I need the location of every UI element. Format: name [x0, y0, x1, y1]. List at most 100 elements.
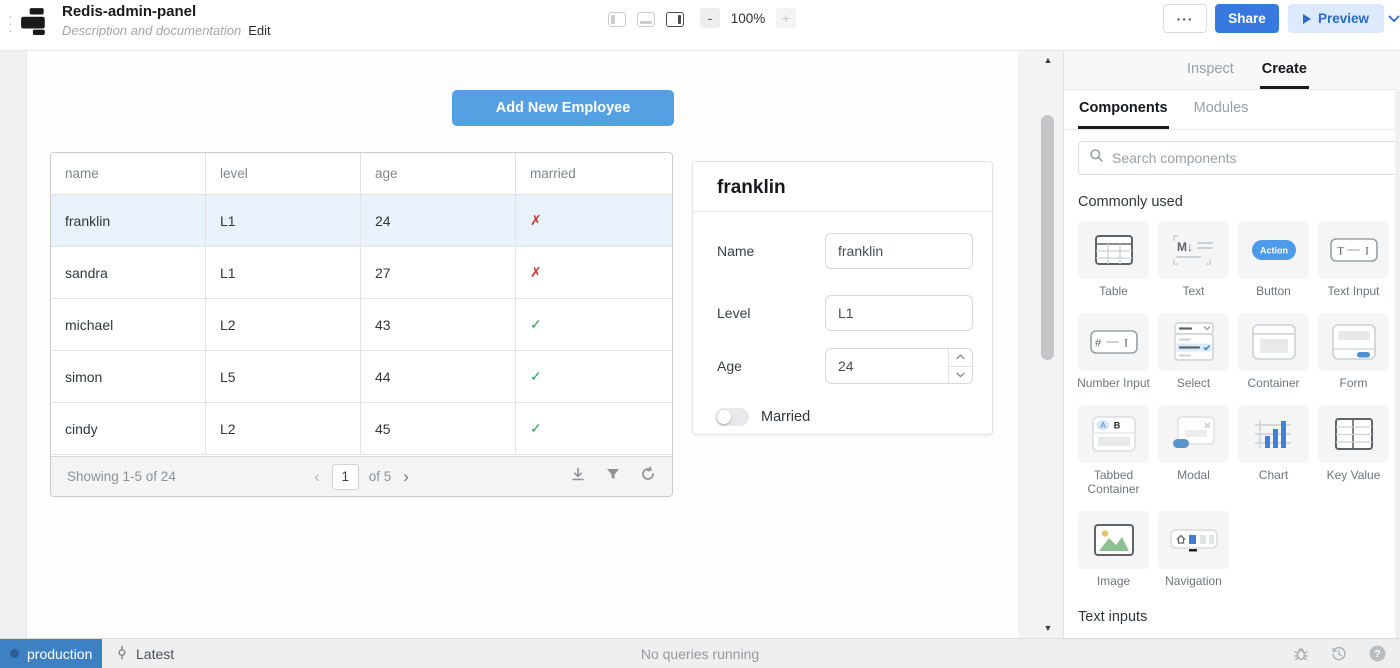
component-card-label: Form [1314, 376, 1393, 390]
table-row[interactable]: sandra L1 27 ✗ [51, 247, 672, 299]
sidebar-subtabs: Components Modules [1064, 90, 1400, 130]
sidebar-tabs: Inspect Create [1064, 51, 1400, 90]
filter-icon[interactable] [605, 466, 621, 487]
tab-components[interactable]: Components [1078, 90, 1169, 129]
scroll-up-arrow-icon[interactable]: ▲ [1042, 55, 1054, 65]
next-page-button[interactable]: › [401, 468, 411, 485]
component-card-form[interactable]: Form [1318, 313, 1389, 390]
page-total-label: of 5 [369, 469, 392, 484]
table-row[interactable]: franklin L1 24 ✗ [51, 195, 672, 247]
add-new-employee-button[interactable]: Add New Employee [452, 90, 674, 126]
component-card-grid: Table M↓ Text Action Button TI Text Inpu… [1078, 221, 1389, 588]
container-icon [1238, 313, 1309, 371]
component-card-label: Number Input [1074, 376, 1153, 390]
toggle-left-panel-icon[interactable] [608, 12, 626, 27]
app-builder-window: ··· Redis-admin-panel Description and do… [0, 0, 1400, 668]
component-card-table[interactable]: Table [1078, 221, 1149, 298]
toggle-bottom-panel-icon[interactable] [637, 12, 655, 27]
component-card-select[interactable]: Select [1158, 313, 1229, 390]
left-gutter [0, 51, 27, 638]
search-input[interactable] [1112, 150, 1399, 166]
play-icon [1303, 14, 1311, 24]
git-commit-icon [115, 645, 129, 663]
debug-bug-icon[interactable] [1293, 646, 1309, 662]
svg-text:T: T [1337, 244, 1345, 258]
form-icon [1318, 313, 1389, 371]
component-card-container[interactable]: Container [1238, 313, 1309, 390]
component-card-chart[interactable]: Chart [1238, 405, 1309, 496]
table-header: namelevelagemarried [51, 153, 672, 195]
help-icon[interactable]: ? [1369, 645, 1386, 662]
share-button[interactable]: Share [1215, 4, 1279, 33]
component-card-image[interactable]: Image [1078, 511, 1149, 588]
download-icon[interactable] [570, 466, 586, 487]
table-row[interactable]: simon L5 44 ✓ [51, 351, 672, 403]
column-header-level[interactable]: level [206, 153, 361, 194]
svg-text:Action: Action [1260, 246, 1288, 256]
tab-inspect[interactable]: Inspect [1185, 51, 1236, 89]
zoom-out-button[interactable]: - [700, 8, 720, 28]
more-options-button[interactable]: ··· [1163, 4, 1207, 33]
tab-create[interactable]: Create [1260, 51, 1309, 89]
history-icon[interactable] [1331, 646, 1347, 662]
page-number-input[interactable] [332, 464, 359, 490]
refresh-icon[interactable] [640, 466, 656, 487]
component-card-label: Container [1234, 376, 1313, 390]
form-row-age: Age [717, 348, 968, 384]
environment-dot-icon [10, 649, 19, 658]
edit-description-link[interactable]: Edit [248, 23, 270, 38]
component-card-label: Text Input [1314, 284, 1393, 298]
table-actions [411, 466, 656, 487]
drag-handle-icon[interactable]: ··· [8, 13, 13, 34]
component-card-key-value[interactable]: Key Value [1318, 405, 1389, 496]
stepper-down-icon[interactable] [949, 366, 972, 384]
married-toggle-row: Married [715, 408, 810, 426]
component-card-number-input[interactable]: #I Number Input [1078, 313, 1149, 390]
stepper-up-icon[interactable] [949, 349, 972, 366]
environment-badge[interactable]: production [0, 639, 102, 668]
canvas-scrollbar: ▲ ▼ [1018, 51, 1063, 638]
column-header-name[interactable]: name [51, 153, 206, 194]
column-header-married[interactable]: married [516, 153, 672, 194]
bottombar-icons: ? [1293, 645, 1400, 662]
preview-button[interactable]: Preview [1288, 4, 1384, 33]
component-card-modal[interactable]: Modal [1158, 405, 1229, 496]
married-toggle[interactable] [715, 408, 749, 426]
svg-text:M↓: M↓ [1177, 240, 1193, 254]
section-title-commonly-used: Commonly used [1078, 194, 1400, 210]
component-card-label: Table [1074, 284, 1153, 298]
svg-text:?: ? [1374, 648, 1380, 660]
scroll-down-arrow-icon[interactable]: ▼ [1042, 623, 1054, 633]
column-header-age[interactable]: age [361, 153, 516, 194]
component-card-text[interactable]: M↓ Text [1158, 221, 1229, 298]
component-card-label: Chart [1234, 468, 1313, 482]
number-input-icon: #I [1078, 313, 1149, 371]
component-search[interactable] [1078, 141, 1400, 175]
table-row[interactable]: cindy L2 45 ✓ [51, 403, 672, 455]
toggle-right-panel-icon[interactable] [666, 12, 684, 27]
component-card-label: Modal [1154, 468, 1233, 482]
component-card-text-input[interactable]: TI Text Input [1318, 221, 1389, 298]
table-footer: Showing 1-5 of 24 ‹ of 5 › [51, 456, 672, 496]
number-stepper [948, 349, 972, 383]
component-card-navigation[interactable]: Navigation [1158, 511, 1229, 588]
scrollbar-thumb[interactable] [1041, 115, 1054, 360]
svg-text:A: A [1100, 421, 1106, 430]
name-field[interactable] [825, 233, 973, 269]
app-logo-icon[interactable] [20, 7, 48, 40]
table-body: franklin L1 24 ✗ sandra L1 27 ✗ michael … [51, 195, 672, 455]
table-row[interactable]: michael L2 43 ✓ [51, 299, 672, 351]
married-check-icon: ✓ [516, 403, 672, 454]
component-card-tabbed-container[interactable]: AB Tabbed Container [1078, 405, 1149, 496]
preview-dropdown-caret[interactable] [1388, 10, 1400, 28]
component-card-label: Text [1154, 284, 1233, 298]
married-cross-icon: ✗ [516, 195, 672, 246]
prev-page-button[interactable]: ‹ [312, 468, 322, 485]
sidebar-scrollbar[interactable] [1395, 91, 1400, 638]
component-card-button[interactable]: Action Button [1238, 221, 1309, 298]
tab-modules[interactable]: Modules [1193, 90, 1250, 129]
zoom-in-button[interactable]: + [776, 8, 796, 28]
level-field[interactable] [825, 295, 973, 331]
field-label: Name [717, 243, 803, 259]
version-selector[interactable]: Latest [115, 645, 174, 663]
